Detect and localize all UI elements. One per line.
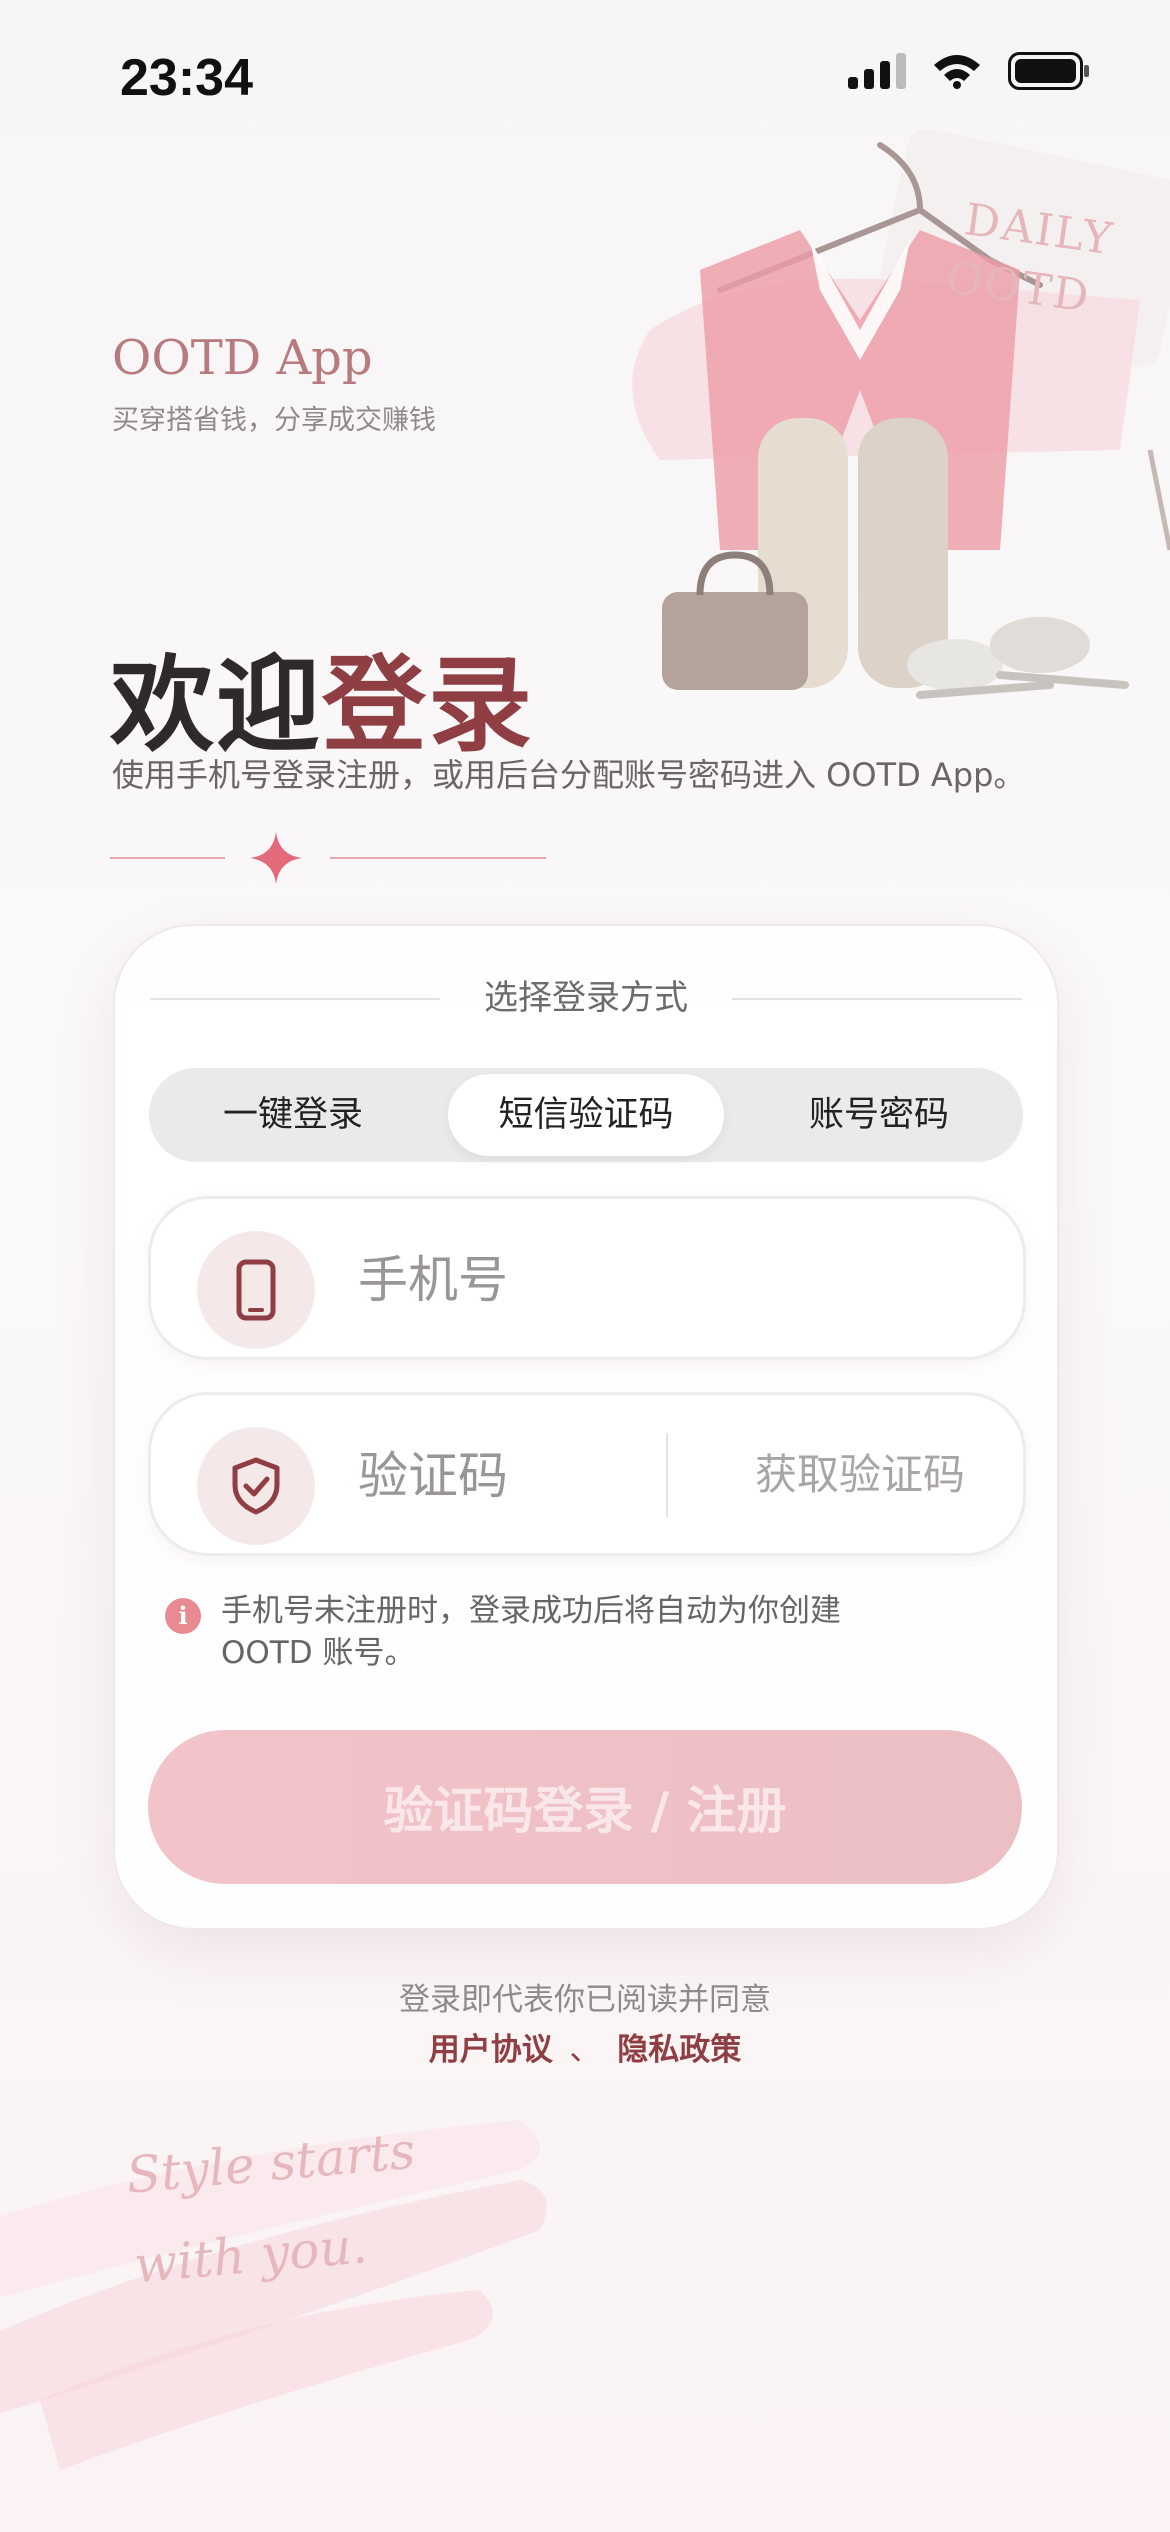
privacy-policy-link[interactable]: 隐私政策	[617, 2032, 741, 2068]
brand-slogan: 买穿搭省钱，分享成交赚钱	[112, 405, 436, 436]
agreement-text: 登录即代表你已阅读并同意	[399, 1982, 771, 2018]
title-part1: 欢迎	[110, 644, 323, 766]
shield-icon-badge	[197, 1427, 315, 1545]
user-agreement-link[interactable]: 用户协议	[429, 2032, 553, 2068]
page-title: 欢迎登录	[110, 620, 534, 771]
stand	[1147, 449, 1170, 551]
phone-icon-badge	[197, 1231, 315, 1349]
code-field: 获取验证码	[148, 1392, 1026, 1556]
status-icons	[848, 52, 1090, 90]
title-divider	[110, 828, 550, 888]
info-icon: i	[165, 1598, 201, 1634]
wifi-icon	[934, 55, 980, 89]
phone-input[interactable]	[356, 1229, 960, 1331]
sparkle-icon	[250, 832, 302, 884]
login-method-tabs: 一键登录 短信验证码 账号密码	[149, 1068, 1023, 1162]
login-card: 选择登录方式 一键登录 短信验证码 账号密码 获取验证码 i 手机号未注册时，登…	[113, 924, 1059, 1930]
brand-name: OOTD App	[112, 330, 373, 386]
card-heading: 选择登录方式	[150, 976, 1022, 1020]
register-notice-text: 手机号未注册时，登录成功后将自动为你创建 OOTD 账号。	[221, 1593, 841, 1671]
status-time: 23:34	[120, 49, 253, 107]
divider-line-right	[330, 857, 546, 859]
cellular-signal-icon	[848, 53, 906, 89]
title-part2: 登录	[322, 644, 535, 766]
tab-sms-code[interactable]: 短信验证码	[448, 1074, 724, 1156]
hero-tag-text: DAILY OOTD	[943, 190, 1117, 330]
sneaker-1	[907, 639, 1003, 691]
agreement-links: 用户协议 、 隐私政策	[0, 2024, 1170, 2069]
style-script-decor: Style starts with you.	[123, 2106, 427, 2311]
bag-body	[662, 592, 808, 690]
code-input[interactable]	[356, 1425, 650, 1527]
phone-icon	[236, 1259, 276, 1321]
sneaker-2	[990, 617, 1090, 673]
code-field-separator	[666, 1433, 668, 1517]
tab-account-password[interactable]: 账号密码	[741, 1074, 1017, 1156]
link-separator: 、	[569, 2032, 601, 2068]
shield-check-icon	[232, 1457, 280, 1515]
get-code-button[interactable]: 获取验证码	[755, 1445, 965, 1505]
heading-line-right	[732, 998, 1022, 1000]
phone-field	[148, 1196, 1026, 1360]
tab-one-click-login[interactable]: 一键登录	[155, 1074, 431, 1156]
divider-line-left	[110, 857, 225, 859]
battery-icon	[1008, 52, 1089, 90]
sms-login-button[interactable]: 验证码登录 / 注册	[148, 1730, 1022, 1884]
page-subtitle: 使用手机号登录注册，或用后台分配账号密码进入 OOTD App。	[112, 756, 1026, 794]
